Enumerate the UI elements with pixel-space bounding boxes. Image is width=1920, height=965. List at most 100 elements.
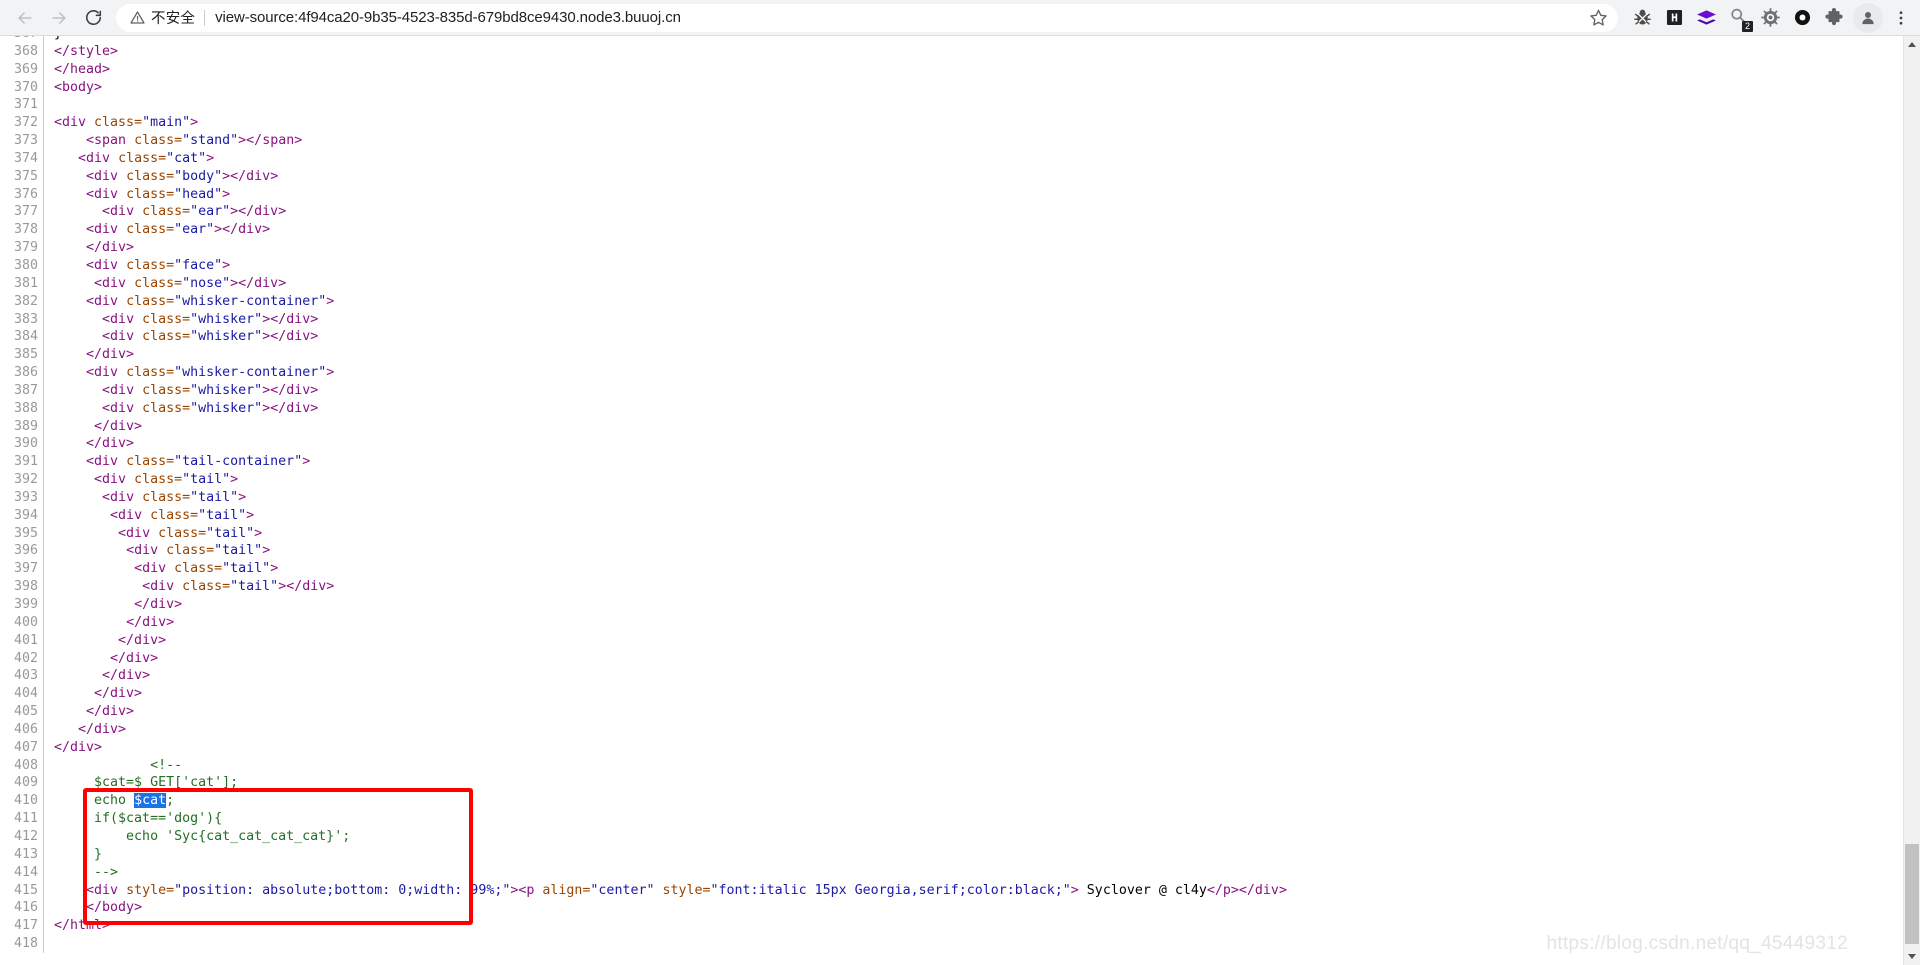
line-content[interactable]: </div>	[54, 668, 150, 683]
forward-button[interactable]	[42, 1, 76, 35]
line-content[interactable]: <div class="whisker"></div>	[54, 401, 318, 416]
line-number: 385	[13, 347, 38, 363]
line-content[interactable]: <div class="ear"></div>	[54, 204, 286, 219]
line-content[interactable]: <div class="whisker-container">	[54, 294, 334, 309]
gutter-divider	[43, 453, 54, 472]
line-content[interactable]: <div class="tail">	[54, 543, 270, 558]
layers-extension-icon[interactable]	[1690, 2, 1722, 34]
line-content[interactable]: <div class="main">	[54, 115, 198, 130]
h-extension-icon[interactable]	[1658, 2, 1690, 34]
line-content[interactable]: </div>	[54, 436, 134, 451]
gutter-divider	[43, 364, 54, 382]
vertical-scrollbar[interactable]	[1903, 36, 1920, 965]
line-content[interactable]: <div class="nose"></div>	[54, 276, 286, 291]
code-token: }	[54, 36, 62, 41]
line-content[interactable]: </head>	[54, 62, 110, 77]
line-content[interactable]: </div>	[54, 419, 142, 434]
magnifier-extension-icon[interactable]: 2	[1722, 2, 1754, 34]
bookmark-star-icon[interactable]	[1584, 4, 1612, 32]
line-content[interactable]: $cat=$_GET['cat'];	[54, 775, 238, 790]
line-content[interactable]: </style>	[54, 44, 118, 59]
view-source-pane[interactable]: 367}368</style>369</head>370<body>371372…	[0, 36, 1920, 965]
scrollbar-thumb[interactable]	[1905, 844, 1919, 944]
line-number: 395	[13, 525, 38, 541]
line-content[interactable]: <div class="ear"></div>	[54, 222, 270, 237]
line-content[interactable]: <div class="tail">	[54, 490, 246, 505]
security-chip[interactable]: 不安全	[130, 7, 195, 28]
line-content[interactable]: <div class="whisker"></div>	[54, 312, 318, 327]
gutter-divider	[43, 506, 54, 525]
line-content[interactable]: -->	[54, 865, 118, 880]
line-content[interactable]: <body>	[54, 80, 102, 95]
line-content[interactable]: <span class="stand"></span>	[54, 133, 302, 148]
line-content[interactable]: </div>	[54, 240, 134, 255]
ring-extension-icon[interactable]	[1786, 2, 1818, 34]
scrollbar-down-button[interactable]	[1904, 948, 1920, 965]
line-content[interactable]: <div class="face">	[54, 258, 230, 273]
caret-down-icon	[1908, 954, 1916, 959]
code-token: "tail"	[182, 472, 231, 488]
code-token: ></div>	[214, 222, 271, 238]
line-number: 400	[13, 614, 38, 630]
line-content[interactable]: <div class="tail">	[54, 526, 262, 541]
gutter-divider	[43, 36, 54, 43]
address-bar[interactable]: 不安全 view-source:4f94ca20-9b35-4523-835d-…	[116, 3, 1618, 32]
line-content[interactable]: </div>	[54, 633, 166, 648]
code-token: echo	[54, 793, 135, 809]
code-token: class=	[118, 150, 167, 166]
gutter-divider	[43, 399, 54, 418]
line-content[interactable]: <div class="tail">	[54, 561, 278, 576]
line-content[interactable]: <div class="head">	[54, 187, 230, 202]
back-button[interactable]	[8, 1, 42, 35]
line-content[interactable]: }	[54, 847, 102, 862]
code-token: ></div>	[230, 204, 287, 220]
line-content[interactable]: <div class="whisker-container">	[54, 365, 334, 380]
line-content[interactable]: <div class="tail">	[54, 472, 238, 487]
line-content[interactable]: </div>	[54, 722, 126, 737]
source-line: 387 <div class="whisker"></div>	[0, 381, 1287, 400]
code-token: "ear"	[190, 204, 231, 220]
chrome-menu-button[interactable]	[1886, 2, 1916, 34]
line-content[interactable]: echo $cat;	[54, 793, 174, 809]
gutter-divider	[43, 417, 54, 436]
line-content[interactable]: echo 'Syc{cat_cat_cat_cat}';	[54, 829, 350, 844]
line-content[interactable]: </div>	[54, 651, 158, 666]
line-content[interactable]: if($cat=='dog'){	[54, 811, 222, 826]
line-number: 402	[13, 650, 38, 666]
line-content[interactable]: <div style="position: absolute;bottom: 0…	[54, 883, 1287, 898]
code-token: ></div>	[262, 400, 319, 416]
scrollbar-up-button[interactable]	[1904, 36, 1920, 53]
bug-extension-icon[interactable]	[1626, 2, 1658, 34]
line-content[interactable]: <div class="tail"></div>	[54, 579, 334, 594]
gear-icon	[1760, 8, 1780, 27]
line-number: 380	[13, 257, 38, 273]
puzzle-extension-icon[interactable]	[1818, 2, 1850, 34]
line-content[interactable]: </body>	[54, 900, 142, 915]
url-text[interactable]: view-source:4f94ca20-9b35-4523-835d-679b…	[215, 9, 1584, 26]
line-number: 398	[13, 579, 38, 595]
reload-button[interactable]	[76, 1, 110, 35]
line-content[interactable]: }	[54, 36, 62, 41]
code-token: <div	[94, 275, 135, 291]
code-token: >	[246, 507, 255, 523]
line-content[interactable]: </div>	[54, 615, 174, 630]
line-content[interactable]: <div class="cat">	[54, 151, 214, 166]
csdn-watermark: https://blog.csdn.net/qq_45449312	[1546, 933, 1848, 954]
gear-extension-icon[interactable]	[1754, 2, 1786, 34]
line-content[interactable]: </div>	[54, 597, 182, 612]
line-content[interactable]: </div>	[54, 704, 134, 719]
code-token: <div	[102, 489, 143, 505]
line-content[interactable]: </div>	[54, 347, 134, 362]
line-content[interactable]: <!--	[54, 758, 182, 773]
line-content[interactable]: <div class="tail">	[54, 508, 254, 523]
line-content[interactable]: </html>	[54, 918, 110, 933]
line-content[interactable]: <div class="whisker"></div>	[54, 383, 318, 398]
line-content[interactable]: <div class="body"></div>	[54, 169, 278, 184]
line-content[interactable]: </div>	[54, 686, 142, 701]
profile-avatar[interactable]	[1853, 2, 1883, 33]
line-content[interactable]: <div class="whisker"></div>	[54, 329, 318, 344]
line-content[interactable]: <div class="tail-container">	[54, 454, 310, 469]
code-token: >	[206, 150, 215, 166]
line-content[interactable]: </div>	[54, 740, 102, 755]
